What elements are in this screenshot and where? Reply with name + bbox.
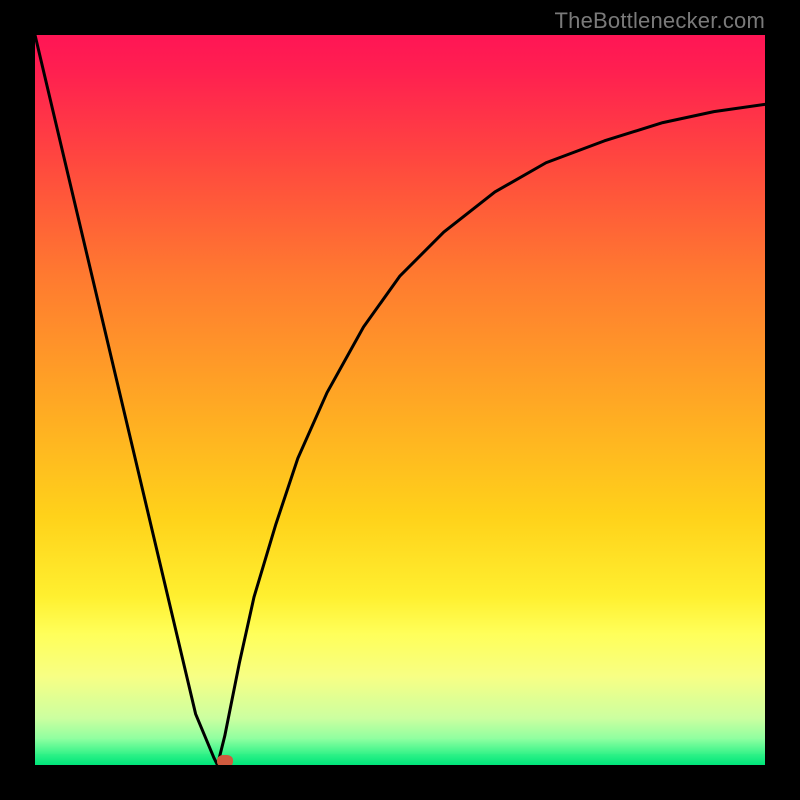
plot-frame [35, 35, 765, 765]
minimum-marker [217, 755, 233, 765]
attribution-text: TheBottlenecker.com [555, 8, 765, 34]
